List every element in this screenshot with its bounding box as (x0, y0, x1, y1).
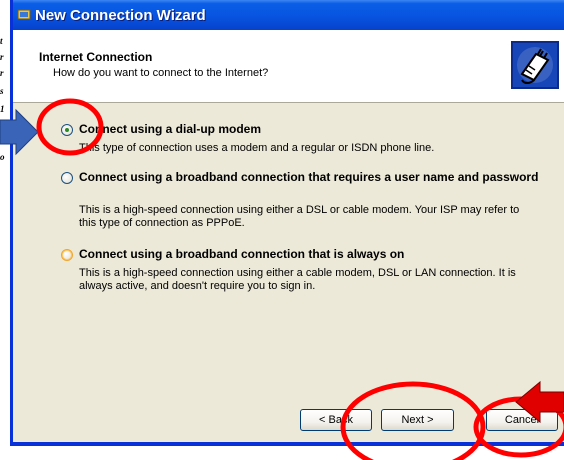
blue-arrow-icon (0, 108, 39, 156)
red-circle-highlight (340, 381, 486, 460)
red-arrow-icon (515, 380, 564, 424)
red-circle-highlight (36, 98, 104, 156)
annotation-overlay (0, 98, 564, 460)
